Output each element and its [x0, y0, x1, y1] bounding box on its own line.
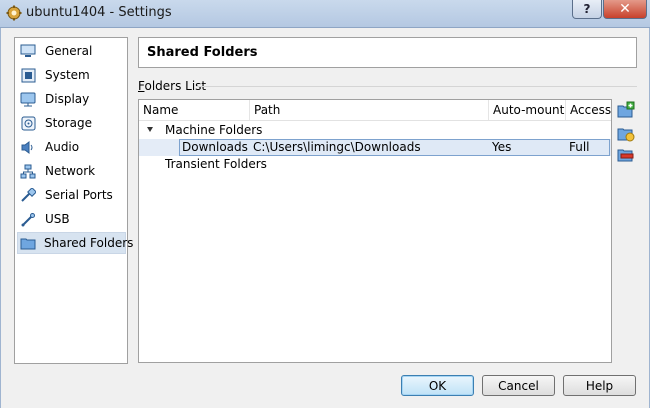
- sidebar-item-serial-ports[interactable]: Serial Ports: [17, 184, 126, 206]
- audio-icon: [19, 138, 37, 156]
- column-header-access[interactable]: Access: [566, 100, 611, 120]
- sidebar-item-network[interactable]: Network: [17, 160, 126, 182]
- group-row-transient-folders[interactable]: Transient Folders: [139, 156, 611, 173]
- sidebar-item-label: Serial Ports: [45, 188, 113, 202]
- remove-folder-button[interactable]: [617, 145, 635, 163]
- sidebar-item-label: General: [45, 44, 93, 58]
- sidebar-item-storage[interactable]: Storage: [17, 112, 126, 134]
- sidebar-item-label: Shared Folders: [44, 236, 134, 250]
- group-label: Transient Folders: [165, 157, 267, 171]
- help-button[interactable]: Help: [563, 375, 636, 396]
- edit-folder-icon: [617, 128, 635, 145]
- serial-ports-icon: [19, 186, 37, 204]
- dialog-body: General System Display Storage Audio Net…: [0, 28, 650, 408]
- edit-folder-button[interactable]: [617, 124, 635, 142]
- title-bar: ubuntu1404 - Settings ? ✕: [0, 0, 650, 28]
- column-header-path[interactable]: Path: [250, 100, 489, 120]
- storage-icon: [19, 114, 37, 132]
- sidebar-item-general[interactable]: General: [17, 40, 126, 62]
- cell-name: Downloads: [182, 140, 248, 154]
- sidebar-item-label: Audio: [45, 140, 80, 154]
- group-row-machine-folders[interactable]: Machine Folders: [139, 122, 611, 139]
- table-header: Name Path Auto-mount Access: [139, 100, 611, 121]
- network-icon: [19, 162, 37, 180]
- cell-path: C:\Users\limingc\Downloads: [253, 140, 421, 154]
- sidebar-item-audio[interactable]: Audio: [17, 136, 126, 158]
- cancel-button[interactable]: Cancel: [482, 375, 555, 396]
- ok-button[interactable]: OK: [401, 375, 474, 396]
- table-row[interactable]: Downloads C:\Users\limingc\Downloads Yes…: [139, 139, 611, 156]
- usb-icon: [19, 210, 37, 228]
- shared-folders-table[interactable]: Name Path Auto-mount Access Machine Fold…: [138, 99, 612, 363]
- sidebar-item-label: Network: [45, 164, 96, 178]
- group-separator: [196, 86, 637, 87]
- settings-sidebar: General System Display Storage Audio Net…: [14, 37, 133, 364]
- sidebar-item-shared-folders[interactable]: Shared Folders: [17, 232, 133, 254]
- expand-arrow-icon[interactable]: [147, 127, 153, 132]
- sidebar-item-label: Display: [45, 92, 90, 106]
- sidebar-item-label: System: [45, 68, 90, 82]
- add-folder-button[interactable]: [617, 101, 635, 119]
- window-close-button[interactable]: ✕: [603, 0, 647, 19]
- display-icon: [19, 90, 37, 108]
- sidebar-item-system[interactable]: System: [17, 64, 126, 86]
- sidebar-item-usb[interactable]: USB: [17, 208, 126, 230]
- window-title: ubuntu1404 - Settings: [26, 5, 172, 20]
- add-folder-icon: [617, 101, 635, 122]
- group-label: Machine Folders: [165, 123, 263, 137]
- page-title: Shared Folders: [147, 45, 258, 60]
- shared-folders-icon: [20, 234, 36, 252]
- general-icon: [19, 42, 37, 60]
- cell-auto-mount: Yes: [492, 140, 512, 154]
- system-icon: [19, 66, 37, 84]
- column-header-auto-mount[interactable]: Auto-mount: [489, 100, 566, 120]
- page-title-box: Shared Folders: [138, 37, 637, 68]
- cell-access: Full: [569, 140, 590, 154]
- sidebar-item-label: USB: [45, 212, 70, 226]
- window-help-button[interactable]: ?: [572, 0, 602, 19]
- sidebar-item-label: Storage: [45, 116, 92, 130]
- remove-folder-icon: [617, 149, 635, 166]
- column-header-name[interactable]: Name: [139, 100, 250, 120]
- sidebar-item-display[interactable]: Display: [17, 88, 126, 110]
- virtualbox-gear-icon: [6, 5, 22, 21]
